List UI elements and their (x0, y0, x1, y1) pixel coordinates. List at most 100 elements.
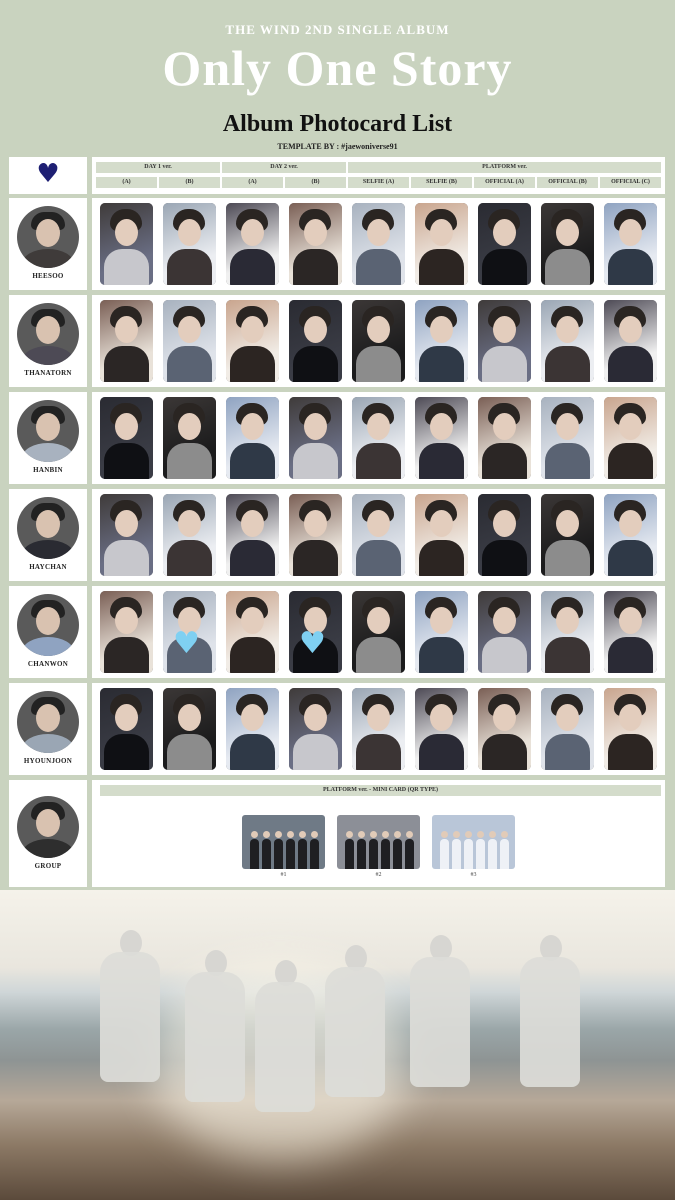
logo-cell: ♥ (9, 157, 87, 194)
column-header: (B) (285, 177, 346, 188)
photocard[interactable] (163, 494, 216, 576)
photocard[interactable] (100, 494, 153, 576)
member-name: HYOUNJOON (23, 757, 73, 765)
member-name: CHANWON (27, 660, 69, 668)
photocard[interactable] (163, 300, 216, 382)
photocard[interactable] (415, 688, 468, 770)
column-header-cell: DAY 1 ver. DAY 2 ver. PLATFORM ver. (A) (B)(… (92, 157, 665, 194)
photocard[interactable]: ♥ (289, 591, 342, 673)
group-header: DAY 1 ver. (96, 162, 220, 173)
mini-card-label: #2 (375, 872, 382, 878)
photocard[interactable] (415, 203, 468, 285)
photocard[interactable] (604, 494, 657, 576)
member-name: HEESOO (32, 272, 64, 280)
photocard[interactable] (163, 203, 216, 285)
photocard[interactable] (289, 688, 342, 770)
photocard-row (92, 489, 665, 581)
photocard-row (92, 295, 665, 387)
photocard[interactable] (352, 591, 405, 673)
photocard[interactable] (163, 397, 216, 479)
column-header: OFFICIAL (A) (474, 177, 535, 188)
photocard-row (92, 392, 665, 484)
photocard[interactable] (415, 494, 468, 576)
avatar (17, 497, 79, 559)
photocard[interactable] (604, 591, 657, 673)
group-header: PLATFORM ver. (348, 162, 661, 173)
photocard[interactable] (604, 203, 657, 285)
photocard[interactable] (226, 300, 279, 382)
member-cell: HAYCHAN (9, 489, 87, 581)
album-title: Only One Story (162, 40, 513, 96)
photocard[interactable] (289, 397, 342, 479)
photocard[interactable] (352, 300, 405, 382)
photocard[interactable] (289, 300, 342, 382)
avatar (17, 594, 79, 656)
photocard[interactable] (478, 203, 531, 285)
mini-card[interactable] (242, 815, 325, 869)
photocard[interactable] (226, 688, 279, 770)
photocard[interactable] (478, 397, 531, 479)
column-header: OFFICIAL (C) (600, 177, 661, 188)
title-block: THE WIND 2ND SINGLE ALBUM Only One Story… (0, 0, 675, 155)
photocard[interactable] (604, 397, 657, 479)
photocard[interactable] (415, 591, 468, 673)
photocard[interactable] (352, 397, 405, 479)
list-subtitle: Album Photocard List (222, 111, 453, 137)
photocard[interactable] (541, 591, 594, 673)
photocard[interactable] (478, 300, 531, 382)
mini-card-label: #1 (280, 872, 287, 878)
photocard[interactable] (226, 494, 279, 576)
photocard[interactable] (415, 300, 468, 382)
photocard[interactable] (478, 591, 531, 673)
group-name: GROUP (34, 862, 62, 870)
photocard[interactable] (100, 688, 153, 770)
photocard[interactable] (604, 300, 657, 382)
photocard[interactable] (289, 494, 342, 576)
column-header: SELFIE (A) (348, 177, 409, 188)
photocard-row (92, 683, 665, 775)
photocard[interactable] (100, 300, 153, 382)
member-name: HAYCHAN (29, 563, 67, 571)
member-cell: CHANWON (9, 586, 87, 678)
avatar (17, 303, 79, 365)
photocard[interactable] (541, 300, 594, 382)
group-header: DAY 2 ver. (222, 162, 346, 173)
photocard[interactable] (163, 688, 216, 770)
mini-card-row: PLATFORM ver. - MINI CARD (QR TYPE) #1 #2 #… (92, 780, 665, 887)
photocard[interactable] (541, 688, 594, 770)
member-cell: THANATORN (9, 295, 87, 387)
group-avatar (17, 796, 79, 858)
photocard[interactable] (289, 203, 342, 285)
column-header: (B) (159, 177, 220, 188)
mini-card-label: #3 (470, 872, 477, 878)
album-kicker: THE WIND 2ND SINGLE ALBUM (225, 22, 450, 37)
photocard[interactable] (541, 397, 594, 479)
photocard[interactable] (100, 591, 153, 673)
member-name: HANBIN (33, 466, 63, 474)
mini-card-header: PLATFORM ver. - MINI CARD (QR TYPE) (100, 785, 661, 796)
avatar (17, 691, 79, 753)
column-header: SELFIE (B) (411, 177, 472, 188)
photocard[interactable] (100, 397, 153, 479)
mini-card[interactable] (432, 815, 515, 869)
template-credit: TEMPLATE BY : #jaewoniverse91 (277, 142, 398, 151)
photocard[interactable]: ♥ (163, 591, 216, 673)
photocard[interactable] (226, 203, 279, 285)
photocard-row (92, 198, 665, 290)
photocard[interactable] (541, 203, 594, 285)
group-beach-photo (0, 890, 675, 1200)
photocard[interactable] (352, 203, 405, 285)
photocard[interactable] (226, 591, 279, 673)
photocard[interactable] (226, 397, 279, 479)
photocard[interactable] (415, 397, 468, 479)
photocard[interactable] (100, 203, 153, 285)
column-header: OFFICIAL (B) (537, 177, 598, 188)
member-cell: HANBIN (9, 392, 87, 484)
photocard[interactable] (478, 494, 531, 576)
photocard[interactable] (604, 688, 657, 770)
photocard[interactable] (352, 494, 405, 576)
photocard[interactable] (541, 494, 594, 576)
photocard[interactable] (352, 688, 405, 770)
mini-card[interactable] (337, 815, 420, 869)
photocard[interactable] (478, 688, 531, 770)
